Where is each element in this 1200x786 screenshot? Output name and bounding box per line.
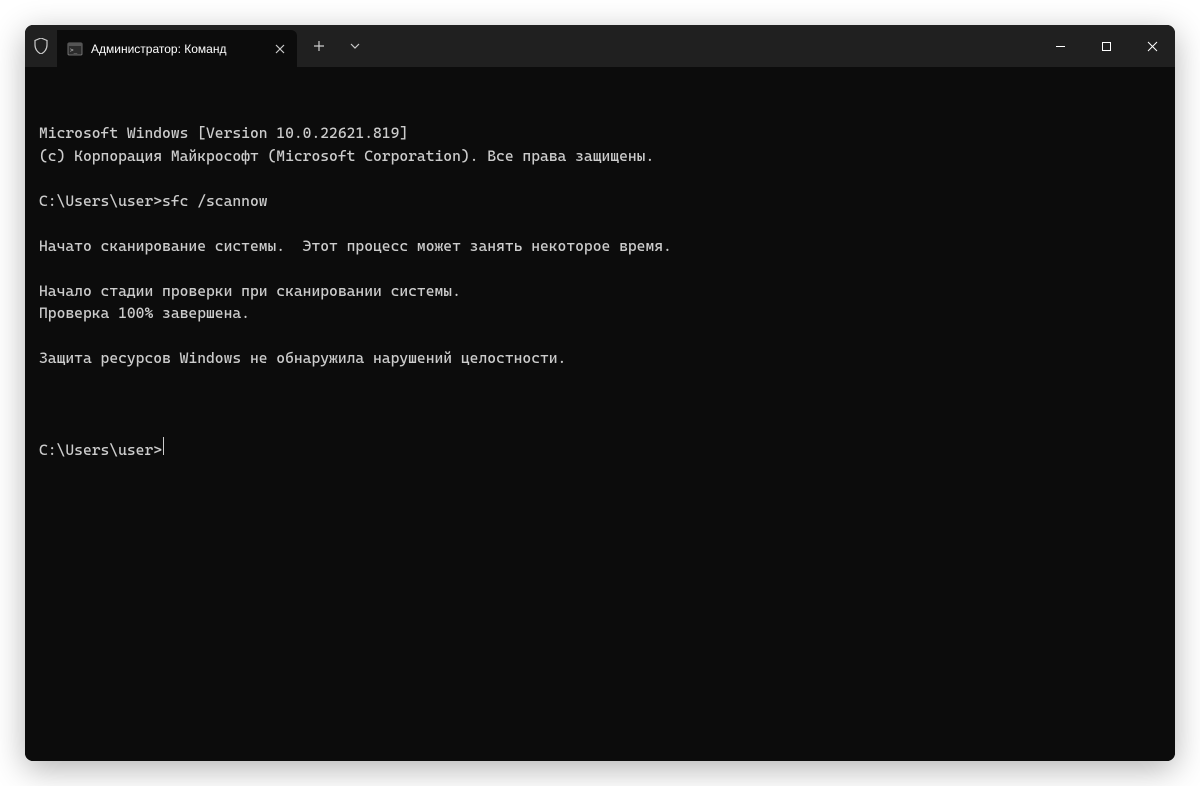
terminal-line	[39, 212, 1161, 235]
terminal-window: >_ Администратор: Команд	[25, 25, 1175, 761]
window-controls	[1037, 25, 1175, 67]
terminal-line: Начало стадии проверки при сканировании …	[39, 280, 1161, 303]
cursor	[163, 437, 164, 455]
admin-shield-icon	[25, 25, 57, 67]
terminal-line: C:\Users\user>sfc /scannow	[39, 190, 1161, 213]
terminal-line	[39, 325, 1161, 348]
terminal-line	[39, 167, 1161, 190]
minimize-button[interactable]	[1037, 25, 1083, 67]
tab-title: Администратор: Команд	[91, 42, 263, 56]
terminal-line: (c) Корпорация Майкрософт (Microsoft Cor…	[39, 145, 1161, 168]
close-button[interactable]	[1129, 25, 1175, 67]
cmd-icon: >_	[67, 41, 83, 57]
terminal-line: Microsoft Windows [Version 10.0.22621.81…	[39, 122, 1161, 145]
terminal-line: Проверка 100% завершена.	[39, 302, 1161, 325]
terminal-line	[39, 257, 1161, 280]
svg-text:>_: >_	[70, 47, 78, 54]
terminal-body[interactable]: Microsoft Windows [Version 10.0.22621.81…	[25, 67, 1175, 761]
tab-close-button[interactable]	[271, 40, 289, 58]
prompt-line: C:\Users\user>	[39, 437, 1161, 462]
tab-dropdown-button[interactable]	[337, 30, 373, 62]
tab-actions	[301, 25, 373, 67]
prompt-text: C:\Users\user>	[39, 439, 162, 462]
tab-active[interactable]: >_ Администратор: Команд	[57, 30, 297, 67]
titlebar: >_ Администратор: Команд	[25, 25, 1175, 67]
new-tab-button[interactable]	[301, 30, 337, 62]
terminal-output: Microsoft Windows [Version 10.0.22621.81…	[39, 122, 1161, 392]
maximize-button[interactable]	[1083, 25, 1129, 67]
terminal-line: Защита ресурсов Windows не обнаружила на…	[39, 347, 1161, 370]
terminal-line: Начато сканирование системы. Этот процес…	[39, 235, 1161, 258]
terminal-line	[39, 370, 1161, 393]
